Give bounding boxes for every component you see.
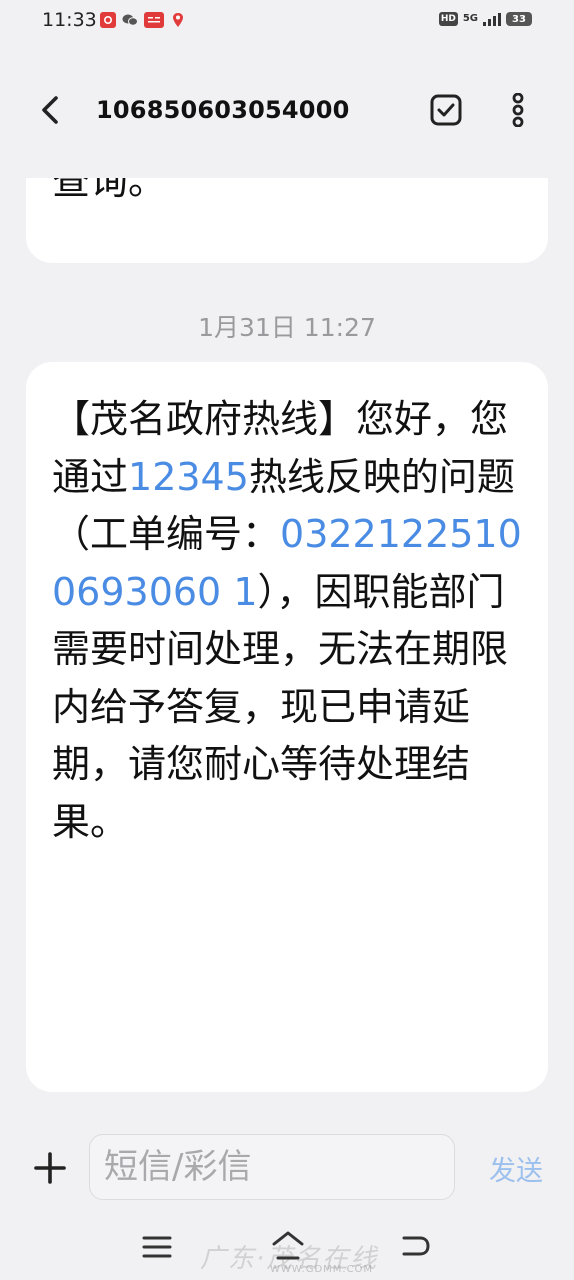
status-bar: 11:33 HD 5G 33	[0, 0, 574, 46]
system-status-icons: HD 5G 33	[438, 12, 532, 26]
status-time: 11:33	[42, 9, 97, 31]
location-icon	[170, 12, 186, 28]
plus-icon	[34, 1152, 66, 1184]
send-button[interactable]: 发送	[476, 1148, 556, 1188]
home-icon[interactable]	[270, 1228, 306, 1264]
message-input[interactable]	[89, 1134, 455, 1200]
system-nav-bar: 广东·茂名在线 WWW.GDMM.COM	[0, 1214, 574, 1280]
signal-icon	[483, 12, 501, 26]
checkbox-icon	[430, 94, 462, 126]
battery-icon: 33	[506, 12, 532, 26]
hd-badge: HD	[438, 12, 458, 26]
back-nav-icon[interactable]	[398, 1232, 432, 1262]
message-bubble[interactable]: 【茂名政府热线】您好，您通过12345热线反映的问题（工单编号：03221225…	[26, 362, 548, 1092]
more-vertical-icon	[512, 93, 524, 127]
add-attachment-button[interactable]	[30, 1148, 70, 1188]
composer-bar: 发送	[0, 1122, 574, 1214]
back-button[interactable]	[30, 90, 70, 130]
select-messages-button[interactable]	[426, 90, 466, 130]
wechat-icon	[122, 12, 138, 28]
recent-apps-icon[interactable]	[140, 1232, 174, 1262]
message-list[interactable]: 查询。 1月31日 11:27 【茂名政府热线】您好，您通过12345热线反映的…	[0, 178, 574, 1122]
network-badge: 5G	[462, 13, 478, 24]
message-timestamp: 1月31日 11:27	[198, 313, 376, 342]
watermark-url: WWW.GDMM.COM	[270, 1264, 374, 1275]
message-text-previous: 查询。	[52, 178, 167, 203]
message-bubble-previous[interactable]: 查询。	[26, 178, 548, 263]
hotline-number-link[interactable]: 12345	[128, 455, 249, 499]
more-options-button[interactable]	[498, 90, 538, 130]
toutiao-icon	[144, 12, 164, 28]
message-text: 【茂名政府热线】您好，您通过12345热线反映的问题（工单编号：03221225…	[52, 391, 528, 851]
chevron-left-icon	[42, 96, 58, 124]
sender-number: 106850603054000	[96, 96, 350, 124]
netease-music-icon	[100, 12, 116, 28]
conversation-header: 106850603054000	[0, 46, 574, 178]
notification-icons	[100, 12, 186, 28]
